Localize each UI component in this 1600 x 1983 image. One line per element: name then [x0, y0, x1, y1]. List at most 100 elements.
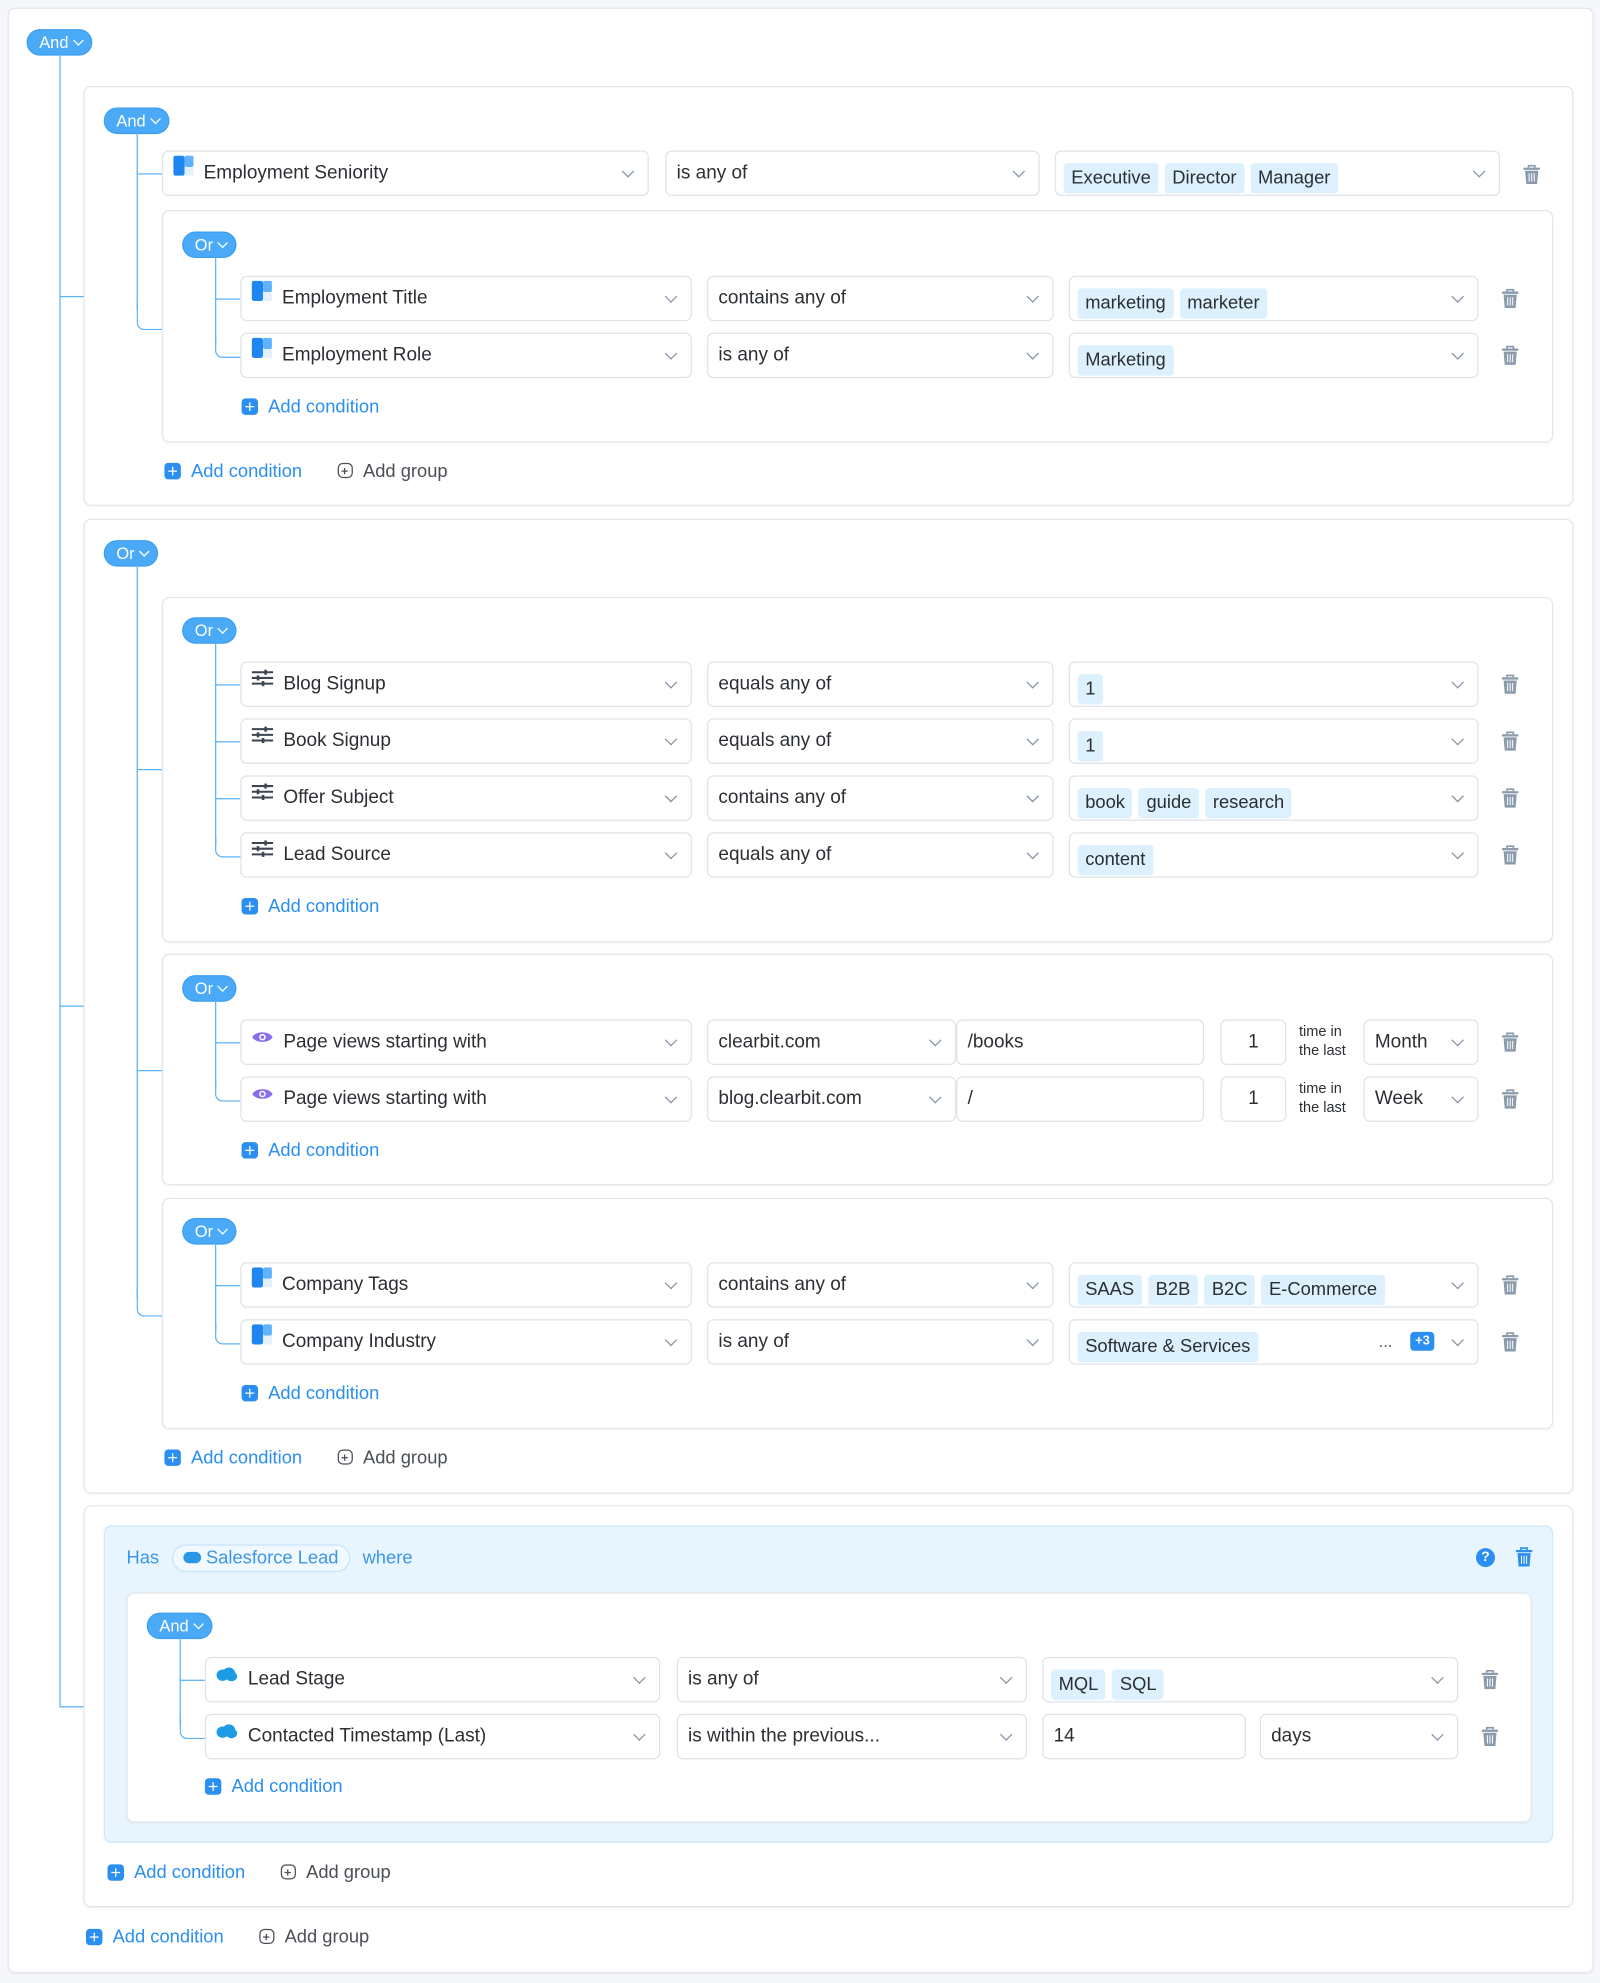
add-group-button[interactable]: Add group [337, 462, 448, 482]
delete-condition-button[interactable] [1501, 674, 1519, 694]
add-condition-button[interactable]: Add condition [164, 462, 302, 482]
operator-select[interactable]: equals any of [707, 718, 1054, 764]
field-select[interactable]: Blog Signup [240, 661, 692, 708]
field-select[interactable]: Page views starting with [240, 1076, 692, 1122]
value-tag[interactable]: Marketing [1077, 345, 1174, 376]
field-select[interactable]: Lead Source [240, 832, 692, 878]
values-select[interactable]: SAAS B2B B2C E-Commerce [1068, 1262, 1479, 1308]
delete-group-button[interactable] [1515, 1547, 1533, 1567]
value-tag[interactable]: MQL [1051, 1669, 1106, 1700]
add-condition-button[interactable]: Add condition [164, 1448, 302, 1468]
period-select[interactable]: Month [1363, 1019, 1479, 1065]
operator-select[interactable]: contains any of [707, 1262, 1054, 1308]
add-condition-button[interactable]: Add condition [204, 1777, 343, 1797]
add-group-button[interactable]: Add group [259, 1928, 369, 1948]
field-select[interactable]: Employment Title [240, 275, 692, 322]
delete-condition-button[interactable] [1501, 788, 1519, 808]
field-select[interactable]: Employment Seniority [161, 150, 649, 197]
operator-select[interactable]: contains any of [707, 275, 1054, 322]
add-condition-button[interactable]: Add condition [241, 1384, 379, 1404]
add-group-button[interactable]: Add group [337, 1448, 448, 1468]
value-tag[interactable]: B2B [1148, 1274, 1198, 1306]
subgroup-operator-toggle[interactable]: Or [183, 618, 236, 643]
value-tag[interactable]: Manager [1250, 163, 1339, 194]
value-tag[interactable]: Executive [1063, 163, 1159, 194]
delete-condition-button[interactable] [1501, 845, 1519, 865]
delete-condition-button[interactable] [1501, 1032, 1519, 1052]
field-select[interactable]: Page views starting with [240, 1019, 692, 1065]
values-select[interactable]: Executive Director Manager [1054, 150, 1501, 197]
delete-condition-button[interactable] [1481, 1726, 1499, 1747]
delete-condition-button[interactable] [1501, 1275, 1519, 1295]
add-condition-button[interactable]: Add condition [241, 897, 379, 917]
value-tag[interactable]: B2C [1204, 1274, 1256, 1306]
object-select[interactable]: Salesforce Lead [171, 1544, 350, 1573]
subgroup-operator-toggle[interactable]: Or [183, 1219, 236, 1244]
operator-select[interactable]: is any of [676, 1656, 1028, 1703]
root-operator-toggle[interactable]: And [27, 30, 92, 55]
add-group-button[interactable]: Add group [280, 1863, 391, 1883]
value-tag[interactable]: 1 [1077, 731, 1104, 762]
help-icon[interactable]: ? [1476, 1548, 1495, 1568]
value-tag[interactable]: marketer [1179, 288, 1268, 319]
values-select[interactable]: marketing marketer [1068, 275, 1479, 322]
values-select[interactable]: MQL SQL [1042, 1656, 1459, 1703]
operator-select[interactable]: is any of [707, 1319, 1054, 1365]
delete-condition-button[interactable] [1501, 731, 1519, 751]
value-tag[interactable]: E-Commerce [1261, 1274, 1385, 1306]
operator-select[interactable]: equals any of [707, 832, 1054, 878]
field-select[interactable]: Contacted Timestamp (Last) [204, 1713, 661, 1760]
subgroup-operator-toggle[interactable]: And [147, 1613, 212, 1638]
field-select[interactable]: Employment Role [240, 332, 692, 379]
group2-operator-toggle[interactable]: Or [104, 541, 158, 566]
value-tag[interactable]: Director [1164, 163, 1245, 194]
field-select[interactable]: Lead Stage [204, 1656, 661, 1703]
delete-condition-button[interactable] [1501, 1089, 1519, 1109]
domain-select[interactable]: blog.clearbit.com [707, 1076, 957, 1122]
field-select[interactable]: Book Signup [240, 718, 692, 764]
subgroup-operator-toggle[interactable]: Or [183, 232, 236, 257]
values-select[interactable]: 1 [1068, 661, 1479, 708]
field-select[interactable]: Offer Subject [240, 775, 692, 821]
domain-select[interactable]: clearbit.com [707, 1019, 957, 1065]
unit-select[interactable]: days [1259, 1713, 1459, 1760]
operator-select[interactable]: is any of [665, 150, 1040, 197]
amount-input[interactable]: 14 [1042, 1713, 1246, 1760]
delete-condition-button[interactable] [1501, 345, 1519, 365]
group1-operator-toggle[interactable]: And [104, 108, 169, 133]
period-select[interactable]: Week [1363, 1076, 1479, 1122]
path-input[interactable]: /books [956, 1019, 1205, 1065]
field-select[interactable]: Company Tags [240, 1262, 692, 1308]
field-select[interactable]: Company Industry [240, 1319, 692, 1365]
value-tag[interactable]: content [1077, 844, 1153, 876]
operator-select[interactable]: contains any of [707, 775, 1054, 821]
delete-condition-button[interactable] [1523, 164, 1541, 185]
subgroup-operator-toggle[interactable]: Or [183, 976, 236, 1001]
delete-condition-button[interactable] [1481, 1669, 1499, 1690]
value-tag[interactable]: SAAS [1077, 1274, 1142, 1306]
value-tag[interactable]: 1 [1077, 674, 1104, 705]
value-tag[interactable]: guide [1138, 788, 1199, 819]
value-tag[interactable]: marketing [1077, 288, 1174, 319]
count-input[interactable]: 1 [1220, 1019, 1287, 1065]
operator-select[interactable]: equals any of [707, 661, 1054, 708]
path-input[interactable]: / [956, 1076, 1205, 1122]
add-condition-button[interactable]: Add condition [86, 1928, 224, 1948]
value-tag[interactable]: book [1077, 788, 1133, 819]
add-condition-button[interactable]: Add condition [241, 397, 379, 417]
values-select[interactable]: Software & Services... +3 [1068, 1319, 1479, 1365]
values-select[interactable]: Marketing [1068, 332, 1479, 379]
values-select[interactable]: book guide research [1068, 775, 1479, 821]
add-condition-button[interactable]: Add condition [107, 1863, 245, 1883]
value-tag[interactable]: research [1205, 788, 1292, 819]
count-input[interactable]: 1 [1220, 1076, 1287, 1122]
operator-select[interactable]: is any of [707, 332, 1054, 379]
value-tag[interactable]: SQL [1112, 1669, 1165, 1700]
delete-condition-button[interactable] [1501, 288, 1519, 308]
operator-select[interactable]: is within the previous... [676, 1713, 1028, 1760]
values-select[interactable]: 1 [1068, 718, 1479, 764]
values-select[interactable]: content [1068, 832, 1479, 878]
value-tag[interactable]: Software & Services [1077, 1331, 1258, 1363]
delete-condition-button[interactable] [1501, 1332, 1519, 1352]
add-condition-button[interactable]: Add condition [241, 1141, 379, 1161]
